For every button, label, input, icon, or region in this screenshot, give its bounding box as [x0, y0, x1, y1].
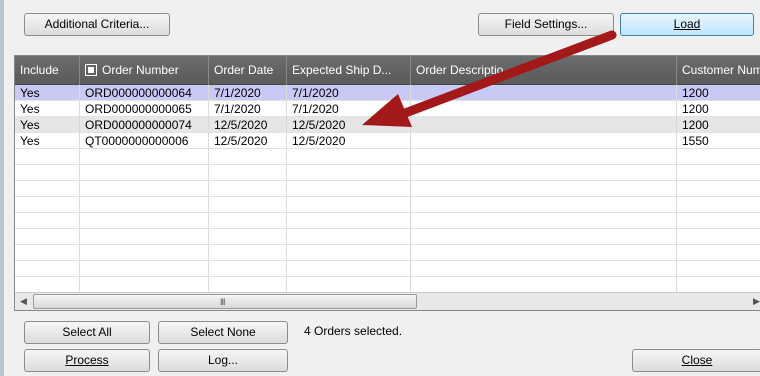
load-button-label: Load [673, 17, 701, 31]
order-number-cell: ORD000000000065 [80, 101, 209, 117]
ship-date-cell: 7/1/2020 [287, 101, 411, 117]
selection-status: 4 Orders selected. [304, 324, 403, 338]
order-date-cell: 12/5/2020 [209, 133, 287, 149]
order-date-cell: 12/5/2020 [209, 117, 287, 133]
empty-row [15, 181, 760, 197]
empty-row [15, 165, 760, 181]
order-number-cell: QT0000000000006 [80, 133, 209, 149]
order-date-cell: 7/1/2020 [209, 101, 287, 117]
field-settings-button[interactable]: Field Settings... [478, 13, 614, 36]
empty-row [15, 229, 760, 245]
table-row[interactable]: Yes ORD000000000064 7/1/2020 7/1/2020 12… [15, 85, 760, 101]
process-button[interactable]: Process [24, 349, 150, 372]
column-order-description[interactable]: Order Descriptio [411, 56, 677, 85]
scroll-grip: III [220, 297, 225, 307]
column-order-date[interactable]: Order Date [209, 56, 287, 85]
ship-date-cell: 12/5/2020 [287, 133, 411, 149]
customer-cell: 1200 [677, 117, 760, 133]
load-button[interactable]: Load [620, 13, 754, 36]
include-cell[interactable]: Yes [15, 133, 80, 149]
order-number-cell: ORD000000000074 [80, 117, 209, 133]
column-expected-ship-date[interactable]: Expected Ship D... [287, 56, 411, 85]
column-order-number[interactable]: Order Number [80, 56, 209, 85]
order-number-cell: ORD000000000064 [80, 85, 209, 101]
log-button[interactable]: Log... [158, 349, 288, 372]
chevron-left-icon[interactable]: ◀ [15, 293, 32, 310]
customer-cell: 1200 [677, 85, 760, 101]
include-cell[interactable]: Yes [15, 85, 80, 101]
close-button-label: Close [681, 353, 713, 367]
ship-date-cell: 7/1/2020 [287, 85, 411, 101]
process-button-label: Process [65, 353, 109, 367]
horizontal-scrollbar[interactable]: ◀ III ▶ [15, 292, 760, 310]
description-cell [411, 133, 677, 149]
column-order-number-label: Order Number [102, 63, 179, 77]
chevron-right-icon[interactable]: ▶ [748, 293, 760, 310]
empty-row [15, 277, 760, 293]
description-cell [411, 101, 677, 117]
select-none-button[interactable]: Select None [158, 321, 288, 344]
empty-row [15, 245, 760, 261]
empty-row [15, 197, 760, 213]
grid-header: Include Order Number Order Date Expected… [15, 56, 760, 85]
empty-row [15, 149, 760, 165]
orders-grid: Include Order Number Order Date Expected… [14, 55, 760, 311]
description-cell [411, 85, 677, 101]
column-include[interactable]: Include [15, 56, 80, 85]
select-all-button[interactable]: Select All [24, 321, 150, 344]
customer-cell: 1200 [677, 101, 760, 117]
empty-row [15, 261, 760, 277]
empty-row [15, 213, 760, 229]
order-window: Additional Criteria... Field Settings...… [0, 0, 760, 376]
close-button[interactable]: Close [632, 349, 760, 372]
ship-date-cell: 12/5/2020 [287, 117, 411, 133]
customer-cell: 1550 [677, 133, 760, 149]
table-row[interactable]: Yes ORD000000000074 12/5/2020 12/5/2020 … [15, 117, 760, 133]
sort-key-icon [85, 64, 97, 76]
grid-body: Yes ORD000000000064 7/1/2020 7/1/2020 12… [15, 85, 760, 309]
description-cell [411, 117, 677, 133]
order-date-cell: 7/1/2020 [209, 85, 287, 101]
table-row[interactable]: Yes ORD000000000065 7/1/2020 7/1/2020 12… [15, 101, 760, 117]
column-customer-number[interactable]: Customer Num [677, 56, 760, 85]
include-cell[interactable]: Yes [15, 117, 80, 133]
additional-criteria-button[interactable]: Additional Criteria... [24, 13, 170, 36]
scroll-thumb[interactable]: III [33, 294, 417, 309]
include-cell[interactable]: Yes [15, 101, 80, 117]
table-row[interactable]: Yes QT0000000000006 12/5/2020 12/5/2020 … [15, 133, 760, 149]
